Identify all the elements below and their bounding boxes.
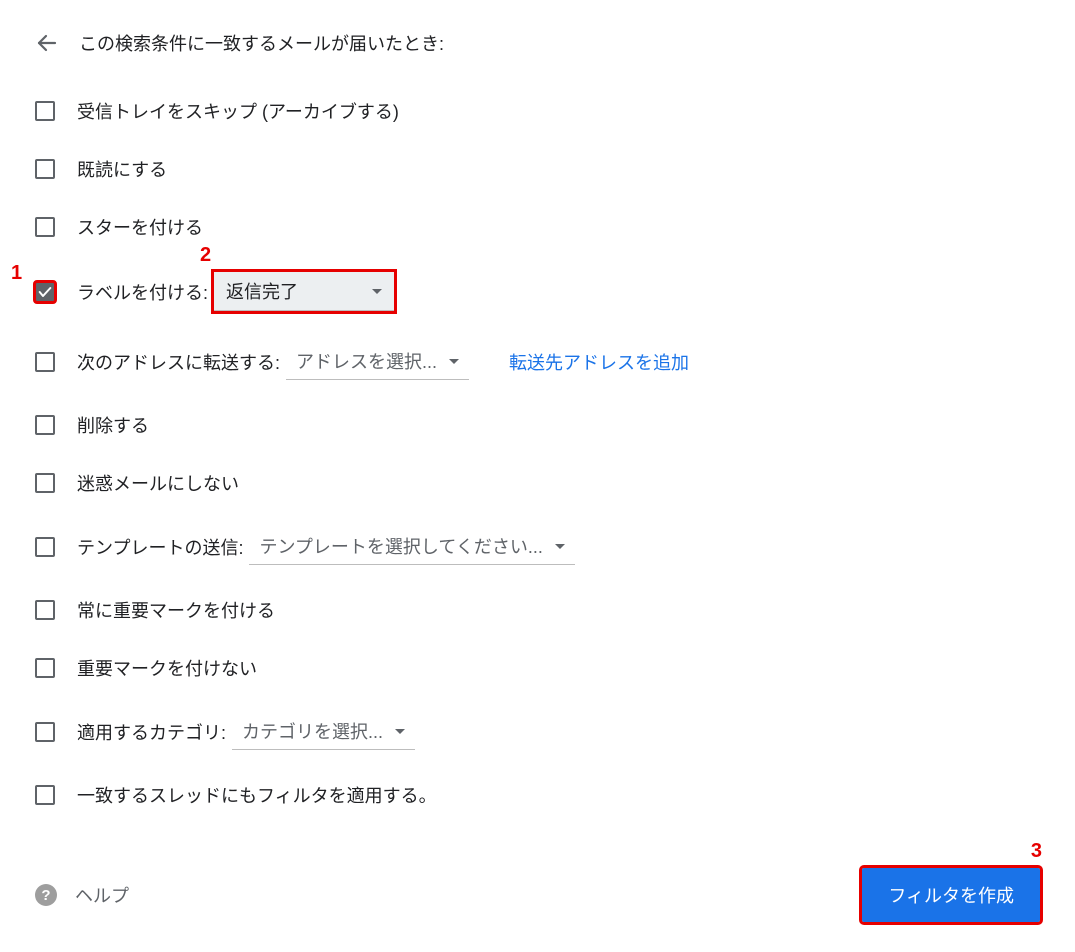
label-forward: 次のアドレスに転送する: <box>77 349 280 375</box>
option-category: 適用するカテゴリ: カテゴリを選択... <box>35 713 1040 750</box>
label-apply-existing: 一致するスレッドにもフィルタを適用する。 <box>77 782 437 808</box>
template-controls: テンプレートの送信: テンプレートを選択してください... <box>77 528 575 565</box>
dropdown-label-selected: 返信完了 <box>226 278 298 304</box>
dropdown-category-selected: カテゴリを選択... <box>242 718 383 744</box>
chevron-down-icon <box>555 544 565 549</box>
dropdown-template-select[interactable]: テンプレートを選択してください... <box>249 528 574 565</box>
checkbox-mark-read[interactable] <box>35 159 55 179</box>
back-arrow-icon[interactable] <box>35 31 59 55</box>
option-apply-label: 1 ラベルを付ける: 2 返信完了 <box>35 272 1040 311</box>
checkbox-delete[interactable] <box>35 415 55 435</box>
option-never-important: 重要マークを付けない <box>35 655 1040 681</box>
label-star: スターを付ける <box>77 214 203 240</box>
annotation-3: 3 <box>1031 840 1042 863</box>
link-add-forward-address[interactable]: 転送先アドレスを追加 <box>509 349 689 375</box>
help-link[interactable]: ヘルプ <box>75 882 129 908</box>
label-category: 適用するカテゴリ: <box>77 719 226 745</box>
filter-options: 受信トレイをスキップ (アーカイブする) 既読にする スターを付ける 1 ラベル… <box>35 98 1040 808</box>
label-always-important: 常に重要マークを付ける <box>77 597 275 623</box>
label-apply-label: ラベルを付ける: <box>77 279 208 305</box>
chevron-down-icon <box>449 359 459 364</box>
option-star: スターを付ける <box>35 214 1040 240</box>
checkbox-never-important[interactable] <box>35 658 55 678</box>
checkbox-forward[interactable] <box>35 352 55 372</box>
checkbox-star[interactable] <box>35 217 55 237</box>
dropdown-category-select[interactable]: カテゴリを選択... <box>232 713 415 750</box>
checkbox-never-spam[interactable] <box>35 473 55 493</box>
option-forward: 次のアドレスに転送する: アドレスを選択... 転送先アドレスを追加 <box>35 343 1040 380</box>
help-group: ? ヘルプ <box>35 882 129 908</box>
label-skip-inbox: 受信トレイをスキップ (アーカイブする) <box>77 98 399 124</box>
option-apply-existing: 一致するスレッドにもフィルタを適用する。 <box>35 782 1040 808</box>
forward-controls: 次のアドレスに転送する: アドレスを選択... 転送先アドレスを追加 <box>77 343 689 380</box>
page-title: この検索条件に一致するメールが届いたとき: <box>79 30 444 56</box>
checkbox-always-important[interactable] <box>35 600 55 620</box>
dropdown-label-select[interactable]: 返信完了 <box>214 272 394 311</box>
option-delete: 削除する <box>35 412 1040 438</box>
dropdown-forward-selected: アドレスを選択... <box>296 348 437 374</box>
option-always-important: 常に重要マークを付ける <box>35 597 1040 623</box>
footer: ? ヘルプ 3 フィルタを作成 <box>35 868 1040 922</box>
option-skip-inbox: 受信トレイをスキップ (アーカイブする) <box>35 98 1040 124</box>
label-delete: 削除する <box>77 412 149 438</box>
create-filter-button[interactable]: フィルタを作成 <box>862 868 1040 922</box>
checkbox-send-template[interactable] <box>35 537 55 557</box>
label-never-spam: 迷惑メールにしない <box>77 470 239 496</box>
label-send-template: テンプレートの送信: <box>77 534 243 560</box>
checkbox-apply-existing[interactable] <box>35 785 55 805</box>
label-mark-read: 既読にする <box>77 156 167 182</box>
option-never-spam: 迷惑メールにしない <box>35 470 1040 496</box>
annotation-1: 1 <box>11 262 22 285</box>
checkbox-category[interactable] <box>35 722 55 742</box>
checkbox-skip-inbox[interactable] <box>35 101 55 121</box>
annotation-2: 2 <box>200 244 211 267</box>
category-controls: 適用するカテゴリ: カテゴリを選択... <box>77 713 415 750</box>
checkbox-apply-label[interactable] <box>35 282 55 302</box>
help-icon[interactable]: ? <box>35 884 57 906</box>
option-send-template: テンプレートの送信: テンプレートを選択してください... <box>35 528 1040 565</box>
dropdown-template-selected: テンプレートを選択してください... <box>259 533 542 559</box>
chevron-down-icon <box>372 289 382 294</box>
chevron-down-icon <box>395 729 405 734</box>
dropdown-forward-address[interactable]: アドレスを選択... <box>286 343 469 380</box>
header-row: この検索条件に一致するメールが届いたとき: <box>35 30 1040 56</box>
apply-label-controls: ラベルを付ける: 2 返信完了 <box>77 272 394 311</box>
label-never-important: 重要マークを付けない <box>77 655 257 681</box>
option-mark-read: 既読にする <box>35 156 1040 182</box>
